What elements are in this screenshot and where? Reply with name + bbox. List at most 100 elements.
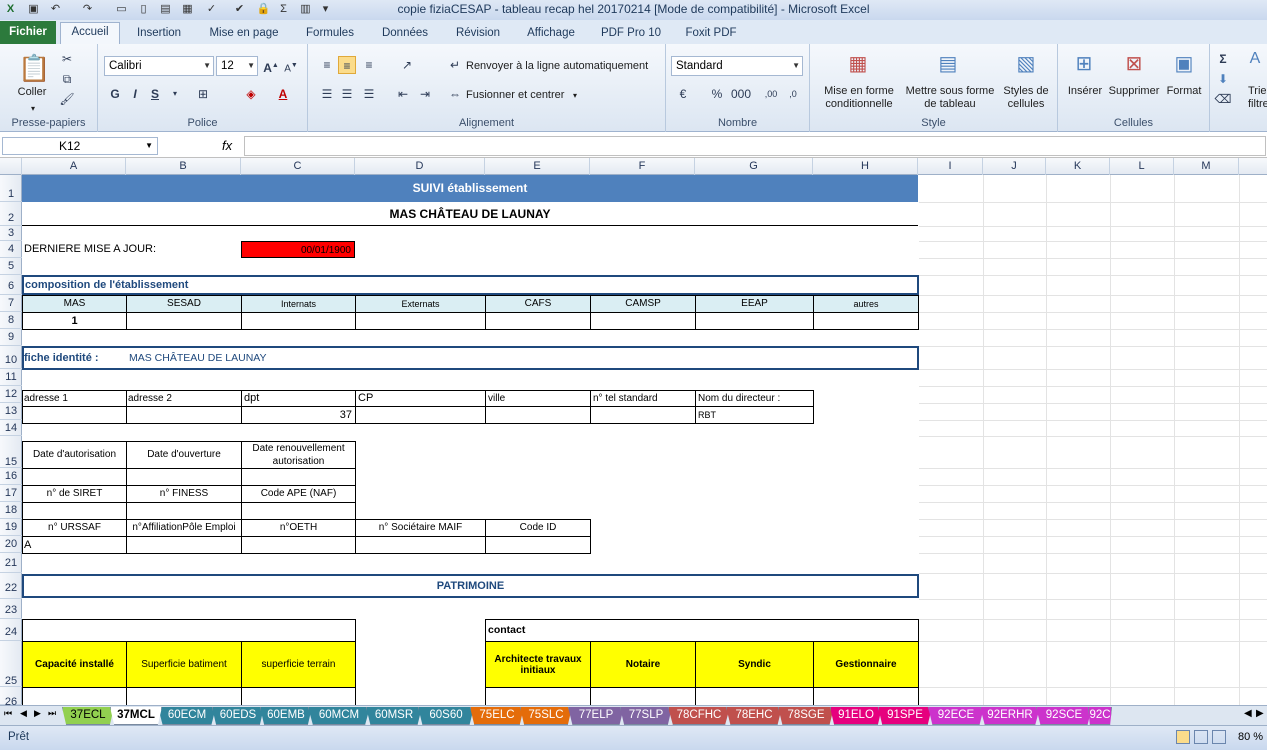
- contact-value[interactable]: [485, 687, 591, 705]
- tab-view[interactable]: Affichage: [518, 24, 584, 44]
- align-middle-icon[interactable]: ≡: [338, 56, 356, 74]
- tab-review[interactable]: Révision: [448, 24, 508, 44]
- sheet-tab-91SPE[interactable]: 91SPE: [878, 707, 932, 725]
- dates-value[interactable]: [241, 468, 356, 486]
- composition-value[interactable]: [813, 312, 919, 330]
- shrink-font-icon[interactable]: A▼: [282, 57, 300, 75]
- sheet-tab-37ECL[interactable]: 37ECL: [62, 707, 114, 725]
- last-sheet-icon[interactable]: ⏭: [48, 708, 56, 719]
- siret-value[interactable]: [241, 502, 356, 520]
- row-header[interactable]: 10: [0, 346, 22, 369]
- thousands-button[interactable]: 000: [728, 85, 754, 103]
- column-header[interactable]: H: [813, 158, 918, 175]
- column-header[interactable]: K: [1046, 158, 1110, 175]
- scroll-right-icon[interactable]: ▶: [1256, 708, 1264, 719]
- paste-dropdown-icon[interactable]: ▾: [26, 102, 40, 115]
- merge-center-icon[interactable]: ⇔: [446, 85, 464, 103]
- next-sheet-icon[interactable]: ▶: [34, 708, 41, 719]
- contact-value[interactable]: [590, 687, 696, 705]
- sheet-tab-60ECM[interactable]: 60ECM: [158, 707, 216, 725]
- copy-icon[interactable]: ⧉: [58, 70, 76, 88]
- sheet-tab-77SLP[interactable]: 77SLP: [620, 707, 672, 725]
- delete-cells-icon[interactable]: ⊠: [1120, 50, 1148, 78]
- cut-icon[interactable]: ✂: [58, 50, 76, 68]
- patrimoine-value[interactable]: [22, 687, 127, 705]
- sheet-tab-78EHC[interactable]: 78EHC: [726, 707, 782, 725]
- first-sheet-icon[interactable]: ⏮: [4, 708, 12, 719]
- row-header[interactable]: 19: [0, 519, 22, 536]
- prev-sheet-icon[interactable]: ◀: [20, 708, 27, 719]
- sheet-tab-92ERHR[interactable]: 92ERHR: [980, 707, 1040, 725]
- tab-formulas[interactable]: Formules: [300, 24, 360, 44]
- row-header[interactable]: 23: [0, 599, 22, 619]
- currency-icon[interactable]: €: [674, 85, 692, 103]
- align-top-icon[interactable]: ≡: [318, 56, 336, 74]
- tab-insert[interactable]: Insertion: [128, 24, 190, 44]
- wrap-text-icon[interactable]: ↵: [446, 56, 464, 74]
- row-header[interactable]: 18: [0, 502, 22, 519]
- formula-input[interactable]: [244, 136, 1266, 156]
- worksheet-grid[interactable]: SUIVI établissement MAS CHÂTEAU DE LAUNA…: [22, 175, 1267, 705]
- column-header[interactable]: F: [590, 158, 695, 175]
- row-header[interactable]: 20: [0, 536, 22, 553]
- insert-cells-icon[interactable]: ⊞: [1070, 50, 1098, 78]
- align-left-icon[interactable]: ☰: [318, 85, 336, 103]
- format-painter-icon[interactable]: 🖌: [58, 90, 76, 108]
- column-header[interactable]: A: [22, 158, 126, 175]
- italic-button[interactable]: I: [126, 85, 144, 103]
- urssaf-value[interactable]: [241, 536, 356, 554]
- contact-value[interactable]: [813, 687, 919, 705]
- insert-button[interactable]: Insérer: [1062, 85, 1108, 98]
- column-header[interactable]: E: [485, 158, 590, 175]
- urssaf-value[interactable]: [485, 536, 591, 554]
- paste-icon[interactable]: 📋: [18, 50, 50, 86]
- merge-dropdown-icon[interactable]: ▾: [573, 89, 577, 102]
- composition-value[interactable]: [695, 312, 814, 330]
- zoom-level[interactable]: 80 %: [1238, 731, 1263, 743]
- increase-decimal-icon[interactable]: ,00: [762, 85, 780, 103]
- sort-filter-icon[interactable]: A: [1246, 50, 1264, 68]
- table-format-button[interactable]: Mettre sous forme de tableau: [902, 85, 998, 111]
- name-box[interactable]: K12 ▼: [2, 137, 158, 155]
- column-header[interactable]: D: [355, 158, 485, 175]
- sheet-tab-75ELC[interactable]: 75ELC: [470, 707, 524, 725]
- patrimoine-value[interactable]: [241, 687, 356, 705]
- row-header[interactable]: 24: [0, 619, 22, 641]
- column-header[interactable]: I: [918, 158, 983, 175]
- tab-pdf-pro[interactable]: PDF Pro 10: [596, 24, 666, 44]
- delete-button[interactable]: Supprimer: [1104, 85, 1164, 98]
- row-header[interactable]: 4: [0, 241, 22, 258]
- scroll-left-icon[interactable]: ◀: [1244, 708, 1252, 719]
- decrease-indent-icon[interactable]: ⇤: [394, 85, 412, 103]
- last-update-value[interactable]: 00/01/1900: [241, 241, 355, 258]
- fill-icon[interactable]: ⬇: [1214, 70, 1232, 88]
- grow-font-icon[interactable]: A▲: [262, 57, 280, 75]
- decrease-decimal-icon[interactable]: ,0: [784, 85, 802, 103]
- composition-value[interactable]: [590, 312, 696, 330]
- row-header[interactable]: 2: [0, 202, 22, 226]
- number-format-combo[interactable]: Standard ▼: [671, 56, 803, 76]
- orientation-icon[interactable]: ↗: [398, 56, 416, 74]
- sheet-tab-92ECE[interactable]: 92ECE: [928, 707, 984, 725]
- select-all-corner[interactable]: [0, 158, 22, 175]
- urssaf-value[interactable]: [355, 536, 486, 554]
- tab-page-layout[interactable]: Mise en page: [204, 24, 284, 44]
- tab-data[interactable]: Données: [374, 24, 436, 44]
- sheet-tab-78SGE[interactable]: 78SGE: [778, 707, 834, 725]
- cell-styles-icon[interactable]: ▧: [1012, 50, 1040, 78]
- underline-button[interactable]: S: [146, 85, 164, 103]
- row-header[interactable]: 6: [0, 275, 22, 295]
- row-header[interactable]: 21: [0, 553, 22, 573]
- wrap-text-button[interactable]: Renvoyer à la ligne automatiquement: [466, 60, 648, 73]
- clear-icon[interactable]: ⌫: [1214, 90, 1232, 108]
- sheet-tab-92SCE[interactable]: 92SCE: [1036, 707, 1092, 725]
- conditional-format-button[interactable]: Mise en forme conditionnelle: [814, 85, 904, 111]
- composition-value[interactable]: [355, 312, 486, 330]
- sheet-tab-60MSR[interactable]: 60MSR: [366, 707, 422, 725]
- sheet-tab-60MCM[interactable]: 60MCM: [308, 707, 370, 725]
- conditional-format-icon[interactable]: ▦: [844, 50, 872, 78]
- patrimoine-value[interactable]: [126, 687, 242, 705]
- address-value[interactable]: 37: [241, 406, 356, 424]
- row-header[interactable]: 13: [0, 403, 22, 420]
- composition-value[interactable]: [241, 312, 356, 330]
